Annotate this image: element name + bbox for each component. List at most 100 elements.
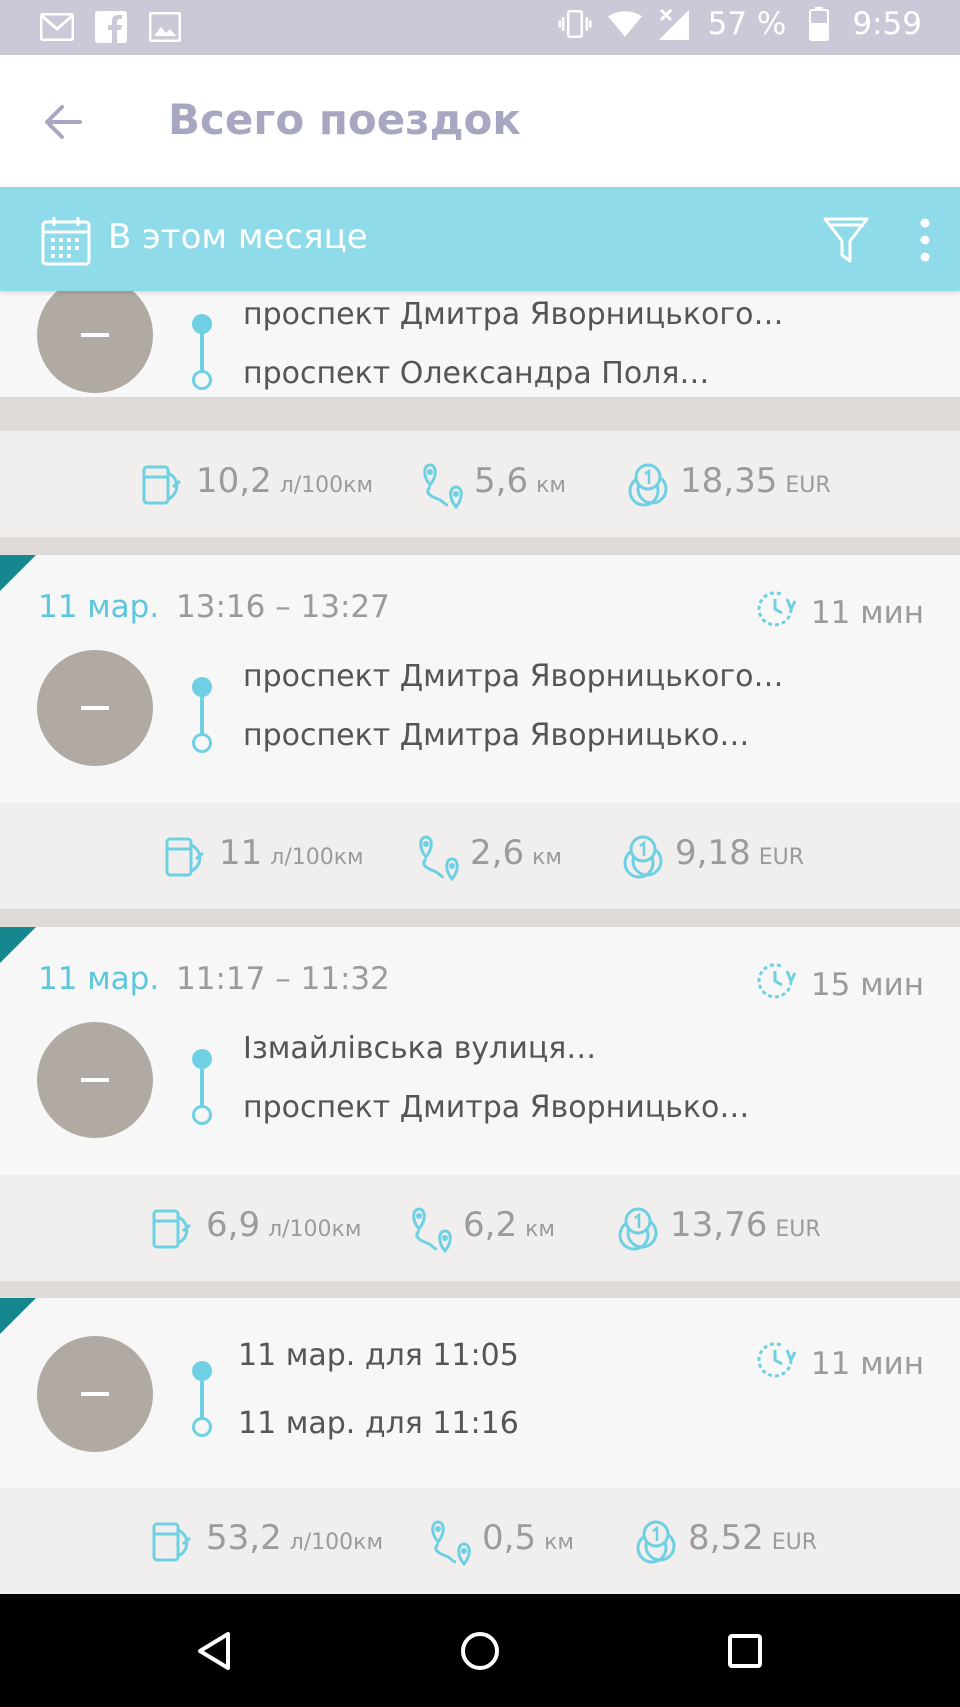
cost-stat: 8,52 EUR (632, 1518, 817, 1566)
cost-value: 13,76 (670, 1205, 768, 1245)
cost-value: 18,35 (680, 461, 778, 501)
trip-start-time: 11 мар. для 11:05 (238, 1338, 519, 1373)
trip-duration: 11 мин (753, 1338, 924, 1390)
distance-value: 0,5 (482, 1518, 537, 1558)
page-title: Всего поездок (168, 95, 521, 144)
home-circle-icon[interactable] (455, 1626, 505, 1676)
fuel-consumption-icon (150, 1205, 198, 1253)
recents-square-icon[interactable] (720, 1626, 770, 1676)
trip-end-time: 11 мар. для 11:16 (238, 1406, 519, 1441)
cost-value: 9,18 (675, 833, 751, 873)
trip-to-address: проспект Дмитра Яворницько… (243, 1090, 750, 1125)
trip-from-address: проспект Дмитра Яворницького… (243, 659, 784, 694)
trip-card[interactable]: проспект Дмитра Яворницького… проспект О… (0, 291, 960, 397)
period-filter-bar: В этом месяце (0, 187, 960, 291)
no-signal-icon (658, 7, 692, 41)
navigation-bar (0, 1594, 960, 1707)
cost-unit: EUR (775, 1217, 821, 1242)
arrow-left-icon[interactable] (40, 97, 90, 147)
fuel-unit: л/100км (268, 1217, 362, 1242)
app-bar: Всего поездок (0, 55, 960, 187)
cost-unit: EUR (785, 473, 831, 498)
cost-value: 8,52 (688, 1518, 764, 1558)
notification-icons (40, 10, 182, 44)
funnel-icon[interactable] (822, 215, 870, 265)
gmail-icon (40, 10, 74, 44)
cost-stat: 18,35 EUR (624, 461, 831, 509)
fuel-unit: л/100км (279, 473, 374, 498)
cost-stat: 13,76 EUR (614, 1205, 821, 1253)
fuel-unit: л/100км (270, 845, 364, 870)
trip-duration: 15 мин (753, 959, 924, 1011)
driver-avatar (37, 1336, 153, 1452)
distance-stat: 5,6 км (418, 461, 566, 510)
trip-date: 11 мар. (38, 589, 160, 625)
facebook-icon (94, 10, 128, 44)
route-distance-icon (426, 1518, 474, 1567)
period-label[interactable]: В этом месяце (108, 217, 368, 257)
fuel-stat: 53,2 л/100км (150, 1518, 383, 1566)
distance-value: 6,2 (463, 1205, 518, 1245)
vibrate-icon (558, 7, 592, 41)
trip-from-address: проспект Дмитра Яворницького… (243, 297, 784, 332)
fuel-stat: 10,2 л/100км (140, 461, 373, 509)
clock-history-icon (753, 587, 797, 639)
cost-unit: EUR (771, 1530, 817, 1555)
driver-avatar (37, 291, 153, 393)
distance-stat: 6,2 км (407, 1205, 555, 1254)
trip-from-address: Ізмайлівська вулиця… (243, 1031, 597, 1066)
duration-value: 11 мин (810, 595, 924, 631)
trip-list: проспект Дмитра Яворницького… проспект О… (0, 291, 960, 1594)
fuel-value: 10,2 (196, 461, 272, 501)
trip-card[interactable]: 11 мар. 13:16 – 13:27 11 мин проспект Дм… (0, 555, 960, 803)
trip-date: 11 мар. (38, 961, 160, 997)
trip-time: 13:16 – 13:27 (176, 589, 390, 625)
trip-marker (0, 927, 36, 963)
status-bar: 57 % 9:59 (0, 0, 960, 55)
duration-value: 15 мин (810, 967, 924, 1003)
trip-to-address: проспект Дмитра Яворницько… (243, 718, 750, 753)
image-icon (148, 10, 182, 44)
system-status: 57 % 9:59 (558, 6, 922, 42)
trip-card[interactable]: 11 мин 11 мар. для 11:05 11 мар. для 11:… (0, 1298, 960, 1488)
coins-icon (619, 833, 667, 881)
fuel-consumption-icon (150, 1518, 198, 1566)
cost-unit: EUR (758, 845, 804, 870)
duration-value: 11 мин (810, 1346, 924, 1382)
distance-stat: 2,6 км (414, 833, 562, 882)
route-distance-icon (407, 1205, 455, 1254)
battery-icon (802, 7, 836, 41)
trip-marker (0, 1298, 36, 1334)
fuel-consumption-icon (140, 461, 188, 509)
trip-marker (0, 555, 36, 591)
route-distance-icon (418, 461, 466, 510)
fuel-value: 53,2 (206, 1518, 282, 1558)
route-distance-icon (414, 833, 462, 882)
distance-unit: км (536, 473, 566, 498)
fuel-consumption-icon (163, 833, 211, 881)
distance-unit: км (525, 1217, 555, 1242)
wifi-icon (607, 7, 642, 41)
battery-percent: 57 % (707, 6, 787, 42)
trip-stats: 6,9 л/100км 6,2 км 13,76 EUR (0, 1175, 960, 1281)
distance-stat: 0,5 км (426, 1518, 574, 1567)
back-triangle-icon[interactable] (190, 1626, 240, 1676)
fuel-stat: 6,9 л/100км (150, 1205, 361, 1253)
trip-card[interactable]: 11 мар. 11:17 – 11:32 15 мин Ізмайлівськ… (0, 927, 960, 1175)
clock-history-icon (753, 1338, 797, 1390)
fuel-stat: 11 л/100км (163, 833, 364, 881)
distance-unit: км (532, 845, 562, 870)
driver-avatar (37, 1022, 153, 1138)
calendar-icon[interactable] (40, 215, 92, 267)
coins-icon (632, 1518, 680, 1566)
distance-value: 2,6 (470, 833, 525, 873)
distance-value: 5,6 (474, 461, 529, 501)
trip-time: 11:17 – 11:32 (176, 961, 390, 997)
more-vert-icon[interactable] (912, 215, 938, 265)
trip-stats: 11 л/100км 2,6 км 9,18 EUR (0, 803, 960, 909)
coins-icon (624, 461, 672, 509)
driver-avatar (37, 650, 153, 766)
cost-stat: 9,18 EUR (619, 833, 804, 881)
distance-unit: км (544, 1530, 574, 1555)
coins-icon (614, 1205, 662, 1253)
